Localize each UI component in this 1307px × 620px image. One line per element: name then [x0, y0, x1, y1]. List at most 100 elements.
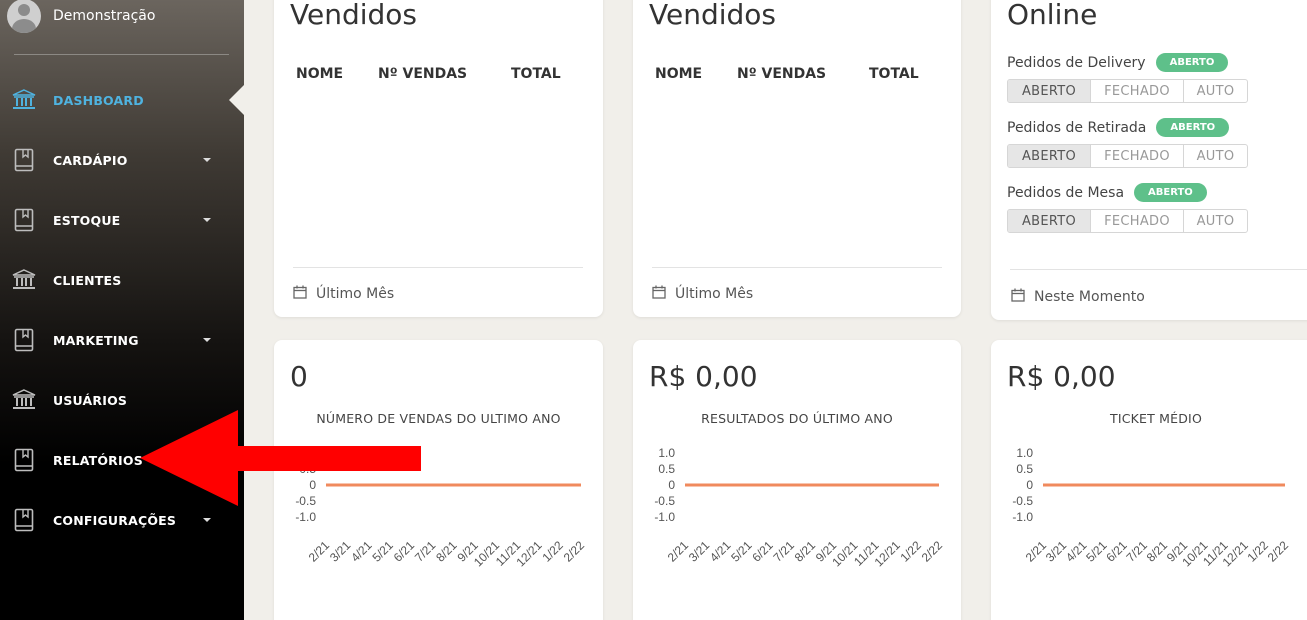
active-indicator — [229, 85, 244, 115]
avatar — [7, 0, 41, 33]
y-tick-label: 0.5 — [1016, 462, 1033, 476]
user-name: Demonstração — [53, 8, 156, 24]
x-tick-label: 8/21 — [792, 538, 819, 565]
x-tick-label: 5/21 — [369, 538, 396, 565]
card-separator — [652, 267, 942, 268]
status-option-auto[interactable]: AUTO — [1184, 210, 1247, 232]
y-tick-label: -0.5 — [654, 494, 675, 508]
sidebar-item-2[interactable]: ESTOQUE — [0, 200, 244, 240]
user-profile[interactable]: Demonstração — [7, 0, 155, 36]
footer-label: Último Mês — [316, 286, 395, 302]
x-tick-label: 3/21 — [327, 538, 354, 565]
x-tick-label: 4/21 — [707, 538, 734, 565]
x-tick-label: 1/22 — [898, 538, 925, 565]
column-header-total: TOTAL — [511, 66, 561, 82]
status-option-aberto[interactable]: ABERTO — [1008, 145, 1091, 167]
card-title: Vendidos — [290, 0, 417, 31]
status-option-auto[interactable]: AUTO — [1184, 145, 1247, 167]
y-tick-label: -1.0 — [654, 510, 675, 524]
sidebar-item-label: USUÁRIOS — [53, 392, 128, 408]
sidebar-item-label: DASHBOARD — [53, 92, 144, 108]
x-tick-label: 2/21 — [665, 538, 692, 565]
x-tick-label: 2/22 — [919, 538, 946, 565]
chevron-down-icon — [203, 338, 211, 342]
card-footer: Neste Momento — [1011, 288, 1145, 306]
bank-icon — [12, 388, 36, 412]
y-tick-label: 1.0 — [658, 446, 675, 460]
order-row: Pedidos de Delivery ABERTO — [1007, 52, 1229, 72]
y-tick-label: 0.5 — [658, 462, 675, 476]
status-badge: ABERTO — [1155, 53, 1229, 72]
footer-label: Último Mês — [675, 286, 754, 302]
column-header-sales: Nº VENDAS — [737, 66, 827, 82]
card-footer: Último Mês — [293, 285, 394, 303]
line-chart: 1.00.50-0.5-1.02/213/214/215/216/217/218… — [1012, 446, 1292, 569]
card-separator — [293, 267, 583, 268]
x-tick-label: 7/21 — [412, 538, 439, 565]
sidebar-item-4[interactable]: MARKETING — [0, 320, 244, 360]
chevron-down-icon — [203, 518, 211, 522]
book-icon — [12, 208, 36, 232]
x-tick-label: 2/22 — [1265, 538, 1292, 565]
book-icon — [12, 448, 36, 472]
order-label: Pedidos de Retirada — [1007, 120, 1147, 136]
x-tick-label: 6/21 — [391, 538, 418, 565]
y-tick-label: 1.0 — [1016, 446, 1033, 460]
sidebar-item-label: CLIENTES — [53, 272, 122, 288]
sidebar-item-3[interactable]: CLIENTES — [0, 260, 244, 300]
x-tick-label: 3/21 — [686, 538, 713, 565]
stat-value: R$ 0,00 — [1007, 360, 1116, 393]
status-option-aberto[interactable]: ABERTO — [1008, 80, 1091, 102]
sidebar-item-0[interactable]: DASHBOARD — [0, 80, 244, 120]
y-tick-label: -0.5 — [1012, 494, 1033, 508]
sidebar-item-label: ESTOQUE — [53, 212, 121, 228]
sidebar-item-1[interactable]: CARDÁPIO — [0, 140, 244, 180]
calendar-icon — [1011, 288, 1025, 306]
footer-label: Neste Momento — [1034, 289, 1145, 305]
y-tick-label: -1.0 — [1012, 510, 1033, 524]
status-option-fechado[interactable]: FECHADO — [1091, 80, 1184, 102]
sidebar-item-label: CARDÁPIO — [53, 152, 128, 168]
sidebar-item-label: CONFIGURAÇÕES — [53, 512, 177, 528]
chevron-down-icon — [203, 218, 211, 222]
sold-card-1: Vendidos NOME Nº VENDAS TOTAL Último Mês — [274, 0, 603, 317]
x-tick-label: 2/22 — [561, 538, 588, 565]
chart-card-3: R$ 0,00 TICKET MÉDIO 1.0 0.5 0 -0.5 -1.0 2/21… — [991, 340, 1307, 620]
chart-card-2: R$ 0,00 RESULTADOS DO ÚLTIMO ANO 1.0 0.5 0… — [633, 340, 961, 620]
chevron-down-icon — [203, 158, 211, 162]
card-title: Online — [1007, 0, 1098, 31]
book-icon — [12, 328, 36, 352]
x-tick-label: 2/21 — [306, 538, 333, 565]
status-toggle-group: ABERTO FECHADO AUTO — [1007, 79, 1248, 103]
status-toggle-group: ABERTO FECHADO AUTO — [1007, 209, 1248, 233]
y-tick-label: -1.0 — [295, 510, 316, 524]
calendar-icon — [652, 285, 666, 303]
online-card: Online Pedidos de Delivery ABERTO ABERTO FE… — [991, 0, 1307, 320]
x-tick-label: 6/21 — [749, 538, 776, 565]
bank-icon — [12, 268, 36, 292]
annotation-arrow — [140, 410, 421, 506]
bank-icon — [12, 88, 36, 112]
order-label: Pedidos de Delivery — [1007, 55, 1146, 71]
sidebar-item-label: MARKETING — [53, 332, 139, 348]
sold-card-2: Vendidos NOME Nº VENDAS TOTAL Último Mês — [633, 0, 961, 317]
book-icon — [12, 508, 36, 532]
x-tick-label: 8/21 — [433, 538, 460, 565]
sidebar: Demonstração DASHBOARD CARDÁPIO ESTOQUE CLI… — [0, 0, 244, 620]
status-option-aberto[interactable]: ABERTO — [1008, 210, 1091, 232]
stat-value: R$ 0,00 — [649, 360, 758, 393]
status-option-auto[interactable]: AUTO — [1184, 80, 1247, 102]
column-header-sales: Nº VENDAS — [378, 66, 468, 82]
chart-title: RESULTADOS DO ÚLTIMO ANO — [701, 411, 893, 426]
order-row: Pedidos de Mesa ABERTO — [1007, 182, 1207, 202]
status-badge: ABERTO — [1156, 118, 1230, 137]
x-tick-label: 1/22 — [539, 538, 566, 565]
x-tick-label: 7/21 — [771, 538, 798, 565]
status-option-fechado[interactable]: FECHADO — [1091, 145, 1184, 167]
status-option-fechado[interactable]: FECHADO — [1091, 210, 1184, 232]
order-label: Pedidos de Mesa — [1007, 185, 1125, 201]
stat-value: 0 — [290, 360, 308, 393]
status-badge: ABERTO — [1134, 183, 1207, 202]
order-row: Pedidos de Retirada ABERTO — [1007, 117, 1230, 137]
column-header-name: NOME — [296, 66, 344, 82]
